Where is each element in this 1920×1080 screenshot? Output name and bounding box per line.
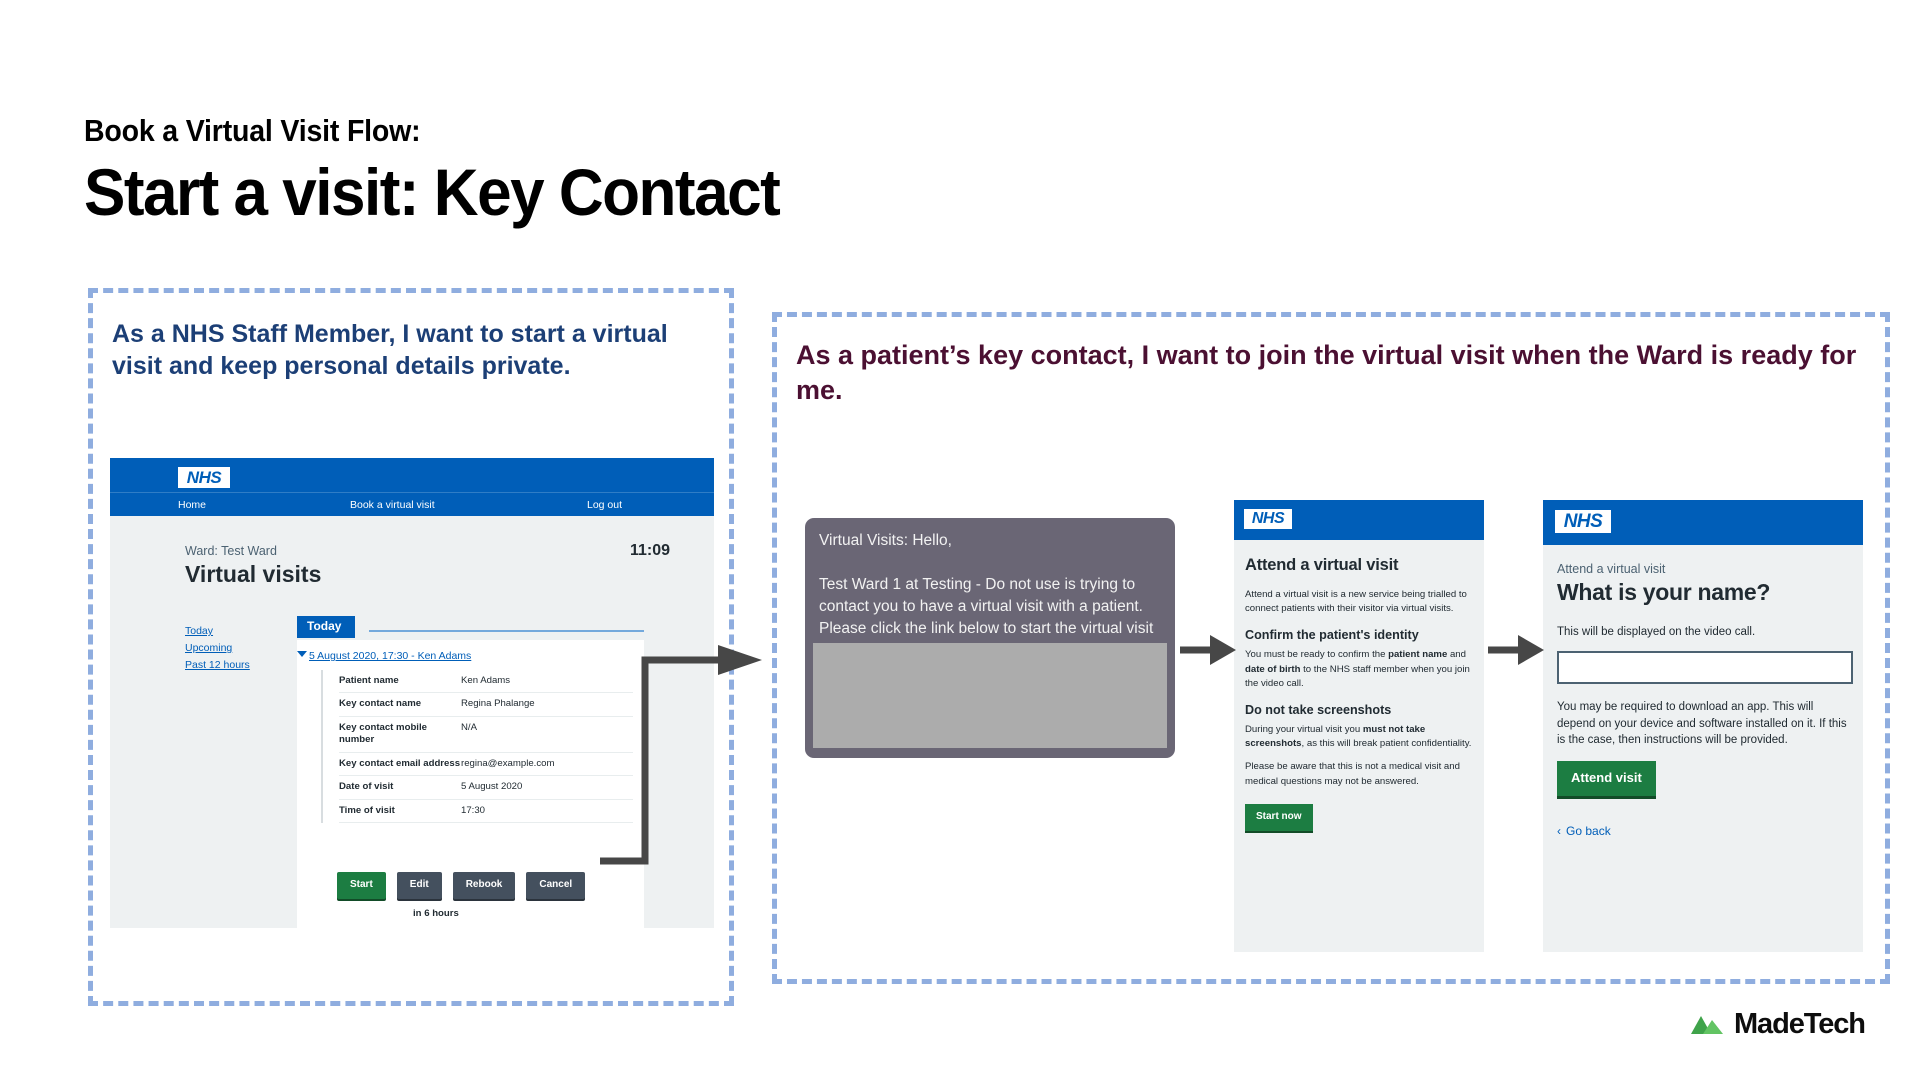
name-field-hint: This will be displayed on the video call… — [1557, 626, 1756, 638]
attend-visit-intro: Attend a virtual visit is a new service … — [1245, 589, 1467, 615]
visit-summary-link[interactable]: 5 August 2020, 17:30 - Ken Adams — [309, 650, 471, 662]
madetech-wordmark: MadeTech — [1734, 1008, 1866, 1040]
bold-patient-name: patient name — [1388, 649, 1448, 661]
row-value: 5 August 2020 — [461, 781, 523, 793]
visit-filter-links: Today Upcoming Past 12 hours — [185, 623, 250, 674]
visit-footnote: in 6 hours — [413, 908, 459, 919]
sms-link-placeholder[interactable] — [813, 643, 1167, 748]
page-title: Start a visit: Key Contact — [84, 155, 781, 229]
text-fragment: You must be ready to confirm the — [1245, 649, 1389, 661]
name-page-heading: What is your name? — [1557, 579, 1771, 605]
chevron-down-icon[interactable] — [297, 651, 307, 657]
start-button[interactable]: Start — [337, 872, 386, 899]
attend-visit-button[interactable]: Attend visit — [1557, 761, 1656, 797]
table-row: Key contact email address regina@example… — [339, 753, 633, 777]
table-row: Key contact name Regina Phalange — [339, 693, 633, 717]
nhs-header-bar: NHS — [1543, 500, 1863, 545]
row-key: Key contact name — [339, 698, 422, 710]
row-value: Ken Adams — [461, 675, 511, 686]
filter-link-past-12-hours[interactable]: Past 12 hours — [185, 657, 250, 674]
nhs-header-bar: NHS — [1234, 500, 1484, 540]
mountain-icon — [1691, 1015, 1723, 1034]
nav-item-book-a-virtual-visit[interactable]: Book a virtual visit — [350, 499, 435, 511]
visit-action-buttons: Start Edit Rebook Cancel — [337, 872, 586, 899]
clock-display: 11:09 — [629, 542, 670, 559]
attend-visit-body: Attend a virtual visit Attend a virtual … — [1234, 540, 1484, 952]
slide-canvas: Book a Virtual Visit Flow: Start a visit… — [0, 0, 1920, 1080]
download-app-note: You may be required to download an app. … — [1557, 701, 1847, 746]
visit-details-table: Patient name Ken Adams Key contact name … — [321, 670, 633, 824]
sms-message-bubble: Virtual Visits: Hello, Test Ward 1 at Te… — [805, 518, 1175, 758]
sms-line-1: Virtual Visits: Hello, — [819, 532, 952, 549]
table-row: Patient name Ken Adams — [339, 670, 633, 694]
filter-link-upcoming[interactable]: Upcoming — [185, 640, 250, 657]
name-page-caption: Attend a virtual visit — [1557, 562, 1666, 576]
screenshot-attend-a-virtual-visit: NHS Attend a virtual visit Attend a virt… — [1234, 500, 1484, 952]
not-a-medical-visit-note: Please be aware that this is not a medic… — [1245, 761, 1460, 787]
cancel-button[interactable]: Cancel — [526, 872, 586, 899]
ward-page-heading: Virtual visits — [185, 561, 322, 587]
table-row: Key contact mobile number N/A — [339, 717, 633, 753]
sms-line-2: Test Ward 1 at Testing - Do not use is t… — [819, 576, 1154, 637]
text-fragment: During your virtual visit you — [1245, 723, 1363, 735]
table-row: Time of visit 17:30 — [339, 800, 633, 824]
go-back-link[interactable]: ‹ Go back — [1557, 824, 1849, 838]
text-fragment: , as this will break patient confidentia… — [1301, 738, 1472, 750]
confirm-identity-body: You must be ready to confirm the patient… — [1245, 648, 1473, 691]
screenshot-ward-virtual-visits: NHS Home Book a virtual visit Log out Wa… — [110, 458, 714, 928]
madetech-logo: MadeTech — [1690, 1008, 1866, 1041]
rebook-button[interactable]: Rebook — [452, 872, 516, 899]
nav-item-home[interactable]: Home — [178, 499, 206, 511]
today-tab-strip: Today — [297, 616, 644, 638]
nhs-nav: Home Book a virtual visit Log out — [110, 492, 714, 516]
right-user-story: As a patient’s key contact, I want to jo… — [796, 340, 1857, 405]
ward-page-body: Ward: Test Ward Virtual visits 11:09 Tod… — [110, 516, 714, 928]
screenshot-what-is-your-name: NHS Attend a virtual visit What is your … — [1543, 500, 1863, 952]
row-key: Key contact mobile number — [339, 721, 427, 746]
sms-message-text: Virtual Visits: Hello, Test Ward 1 at Te… — [819, 530, 1163, 640]
ward-label: Ward: Test Ward — [185, 544, 277, 558]
row-value: 17:30 — [461, 804, 486, 816]
nhs-logo: NHS — [1244, 509, 1292, 529]
tab-rule — [369, 630, 644, 632]
bold-date-of-birth: date of birth — [1245, 663, 1301, 675]
filter-link-today[interactable]: Today — [185, 623, 250, 640]
name-page-body: Attend a virtual visit What is your name… — [1543, 545, 1863, 952]
tab-today[interactable]: Today — [297, 616, 356, 638]
go-back-label: Go back — [1566, 824, 1611, 839]
edit-button[interactable]: Edit — [396, 872, 442, 899]
start-now-button[interactable]: Start now — [1245, 803, 1313, 831]
text-fragment: and — [1447, 649, 1466, 661]
row-key: Patient name — [339, 675, 399, 686]
row-key: Time of visit — [339, 804, 395, 816]
left-user-story: As a NHS Staff Member, I want to start a… — [112, 320, 668, 380]
table-row: Date of visit 5 August 2020 — [339, 776, 633, 800]
row-key: Key contact email address — [339, 757, 461, 769]
row-key: Date of visit — [339, 781, 394, 793]
no-screenshots-heading: Do not take screenshots — [1245, 702, 1392, 717]
attend-visit-heading: Attend a virtual visit — [1245, 556, 1399, 574]
no-screenshots-body: During your virtual visit you must not t… — [1245, 723, 1473, 751]
nav-item-log-out[interactable]: Log out — [587, 499, 622, 511]
row-value: Regina Phalange — [461, 698, 535, 710]
row-value: N/A — [461, 721, 477, 733]
chevron-left-icon: ‹ — [1557, 824, 1561, 839]
nhs-header-bar: NHS Home Book a virtual visit Log out — [110, 458, 714, 516]
name-input[interactable] — [1557, 651, 1853, 685]
slide-eyebrow: Book a Virtual Visit Flow: — [84, 113, 421, 148]
row-value: regina@example.com — [461, 757, 555, 769]
visit-detail-card: 5 August 2020, 17:30 - Ken Adams Patient… — [297, 640, 644, 928]
nhs-logo: NHS — [1555, 510, 1611, 533]
confirm-identity-heading: Confirm the patient's identity — [1245, 628, 1419, 643]
nhs-logo: NHS — [178, 467, 230, 488]
